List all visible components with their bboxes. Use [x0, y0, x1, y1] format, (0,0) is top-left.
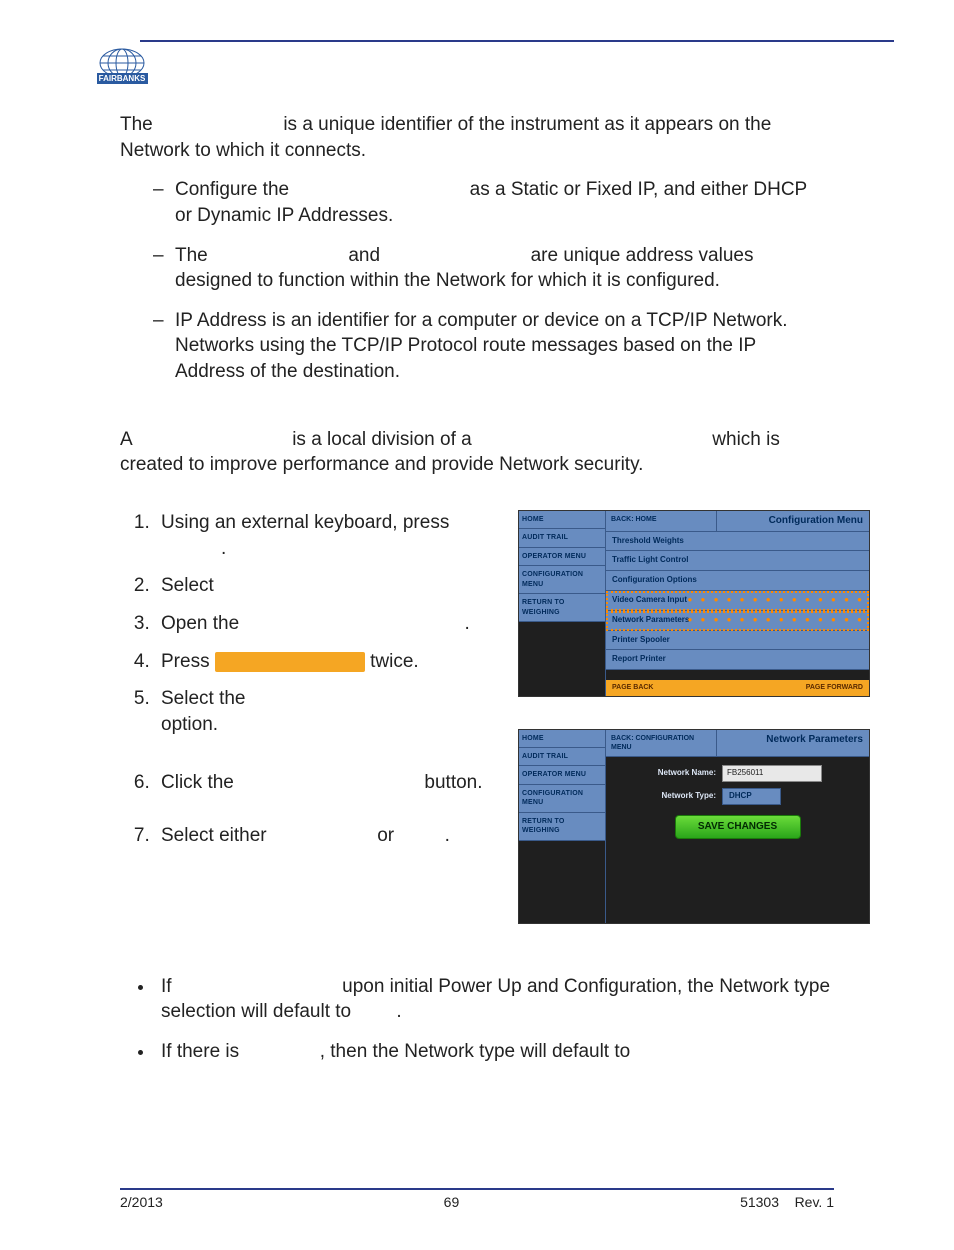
- text: .: [445, 825, 450, 846]
- text: option.: [161, 714, 218, 735]
- text: If: [161, 976, 172, 997]
- network-type-label: Network Type:: [616, 791, 716, 802]
- sidebar-configuration-menu[interactable]: CONFIGURATION MENU: [519, 566, 605, 594]
- text: and: [348, 245, 380, 266]
- sidebar-audit-trail[interactable]: AUDIT TRAIL: [519, 748, 605, 766]
- text: .: [464, 613, 469, 634]
- config-menu-title: Configuration Menu: [717, 511, 869, 531]
- text: or: [377, 825, 394, 846]
- list-item: IP Address is an identifier for a comput…: [175, 308, 834, 385]
- network-name-label: Network Name:: [616, 768, 716, 779]
- step-6: Click the button.: [155, 770, 500, 796]
- page-footer: 2/2013 69 51303 Rev. 1: [60, 1190, 894, 1230]
- page-forward-inline-button: [215, 652, 365, 672]
- step-2: Select: [155, 573, 500, 599]
- notes-list: If upon initial Power Up and Configurati…: [120, 974, 834, 1065]
- text: IP Address is an identifier for a comput…: [175, 310, 788, 382]
- screenshot-network-params: HOME AUDIT TRAIL OPERATOR MENU CONFIGURA…: [518, 729, 870, 924]
- list-item: The and are unique address values design…: [175, 243, 834, 294]
- network-form: Network Name: FB256011 Network Type: DHC…: [606, 757, 869, 852]
- menu-report-printer[interactable]: Report Printer: [606, 650, 869, 670]
- menu-video-camera[interactable]: Video Camera Input● ● ● ● ● ● ● ● ● ● ● …: [606, 591, 869, 611]
- footer-date: 2/2013: [120, 1194, 163, 1210]
- text: , then the Network type will default to: [320, 1041, 631, 1062]
- text: are unique address values designed to fu…: [175, 245, 753, 292]
- content-area: The is a unique identifier of the instru…: [60, 42, 894, 1064]
- text: twice.: [370, 651, 419, 672]
- numbered-steps-cont2: Select either or .: [120, 823, 500, 849]
- text: Select the: [161, 688, 246, 709]
- text: .: [221, 538, 226, 559]
- pager: PAGE BACK PAGE FORWARD: [606, 680, 869, 695]
- text: Click the: [161, 772, 234, 793]
- page: FAIRBANKS The is a unique identifier of …: [0, 0, 954, 1250]
- menu-printer-spooler[interactable]: Printer Spooler: [606, 631, 869, 651]
- shot1-sidebar: HOME AUDIT TRAIL OPERATOR MENU CONFIGURA…: [519, 511, 606, 696]
- sidebar-audit-trail[interactable]: AUDIT TRAIL: [519, 529, 605, 547]
- dash-list: Configure the as a Static or Fixed IP, a…: [120, 177, 834, 384]
- save-changes-button[interactable]: SAVE CHANGES: [675, 815, 801, 839]
- text: Select: [161, 575, 214, 596]
- numbered-steps-cont: Click the button.: [120, 770, 500, 796]
- menu-traffic-light[interactable]: Traffic Light Control: [606, 551, 869, 571]
- network-type-select[interactable]: DHCP: [722, 788, 781, 805]
- menu-config-options[interactable]: Configuration Options: [606, 571, 869, 591]
- sidebar-return-weighing[interactable]: RETURN TO WEIGHING: [519, 813, 605, 841]
- text: A: [120, 429, 132, 450]
- brand-logo: FAIRBANKS: [95, 45, 150, 95]
- para-subnet: A is a local division of a which is crea…: [120, 427, 834, 478]
- text: button.: [424, 772, 482, 793]
- text: .: [396, 1001, 401, 1022]
- back-config-button[interactable]: BACK: CONFIGURATION MENU: [606, 730, 717, 757]
- step-3: Open the .: [155, 611, 500, 637]
- text: The: [120, 114, 153, 135]
- text: Open the: [161, 613, 239, 634]
- shot2-sidebar: HOME AUDIT TRAIL OPERATOR MENU CONFIGURA…: [519, 730, 606, 923]
- text: The: [175, 245, 208, 266]
- step-7: Select either or .: [155, 823, 500, 849]
- sidebar-operator-menu[interactable]: OPERATOR MENU: [519, 766, 605, 784]
- text: Using an external keyboard, press: [161, 512, 449, 533]
- sidebar-home[interactable]: HOME: [519, 511, 605, 529]
- sidebar-configuration-menu[interactable]: CONFIGURATION MENU: [519, 785, 605, 813]
- footer-page: 69: [444, 1194, 460, 1210]
- svg-text:FAIRBANKS: FAIRBANKS: [99, 74, 146, 83]
- menu-threshold-weights[interactable]: Threshold Weights: [606, 532, 869, 552]
- shot1-main: BACK: HOME Configuration Menu Threshold …: [606, 511, 869, 696]
- menu-network-parameters[interactable]: Network Parameters● ● ● ● ● ● ● ● ● ● ● …: [606, 611, 869, 631]
- page-forward-button[interactable]: PAGE FORWARD: [806, 683, 863, 692]
- footer-doc: 51303 Rev. 1: [740, 1194, 834, 1210]
- screenshot-config-menu: HOME AUDIT TRAIL OPERATOR MENU CONFIGURA…: [518, 510, 870, 697]
- list-item: If there is , then the Network type will…: [155, 1039, 834, 1065]
- shot2-main: BACK: CONFIGURATION MENU Network Paramet…: [606, 730, 869, 923]
- list-item: If upon initial Power Up and Configurati…: [155, 974, 834, 1025]
- network-name-input[interactable]: FB256011: [722, 765, 822, 782]
- sidebar-home[interactable]: HOME: [519, 730, 605, 748]
- page-back-button[interactable]: PAGE BACK: [612, 683, 653, 692]
- numbered-steps: Using an external keyboard, press . Sele…: [120, 510, 500, 737]
- sidebar-return-weighing[interactable]: RETURN TO WEIGHING: [519, 594, 605, 622]
- text: Configure the: [175, 179, 289, 200]
- text: is a local division of a: [292, 429, 472, 450]
- two-column: Using an external keyboard, press . Sele…: [120, 510, 834, 923]
- text: If there is: [161, 1041, 239, 1062]
- screenshots-column: HOME AUDIT TRAIL OPERATOR MENU CONFIGURA…: [518, 510, 870, 923]
- list-item: Configure the as a Static or Fixed IP, a…: [175, 177, 834, 228]
- para-network-id: The is a unique identifier of the instru…: [120, 112, 834, 163]
- text: upon initial Power Up and Configuration,…: [161, 976, 830, 1023]
- back-home-button[interactable]: BACK: HOME: [606, 511, 717, 531]
- sidebar-operator-menu[interactable]: OPERATOR MENU: [519, 548, 605, 566]
- steps-column: Using an external keyboard, press . Sele…: [120, 510, 500, 923]
- text: Select either: [161, 825, 267, 846]
- text: Press: [161, 651, 210, 672]
- network-params-title: Network Parameters: [717, 730, 869, 757]
- text: is a unique identifier of the instrument…: [120, 114, 771, 161]
- step-4: Press twice.: [155, 649, 500, 675]
- step-1: Using an external keyboard, press .: [155, 510, 500, 561]
- step-5: Select the option.: [155, 686, 500, 737]
